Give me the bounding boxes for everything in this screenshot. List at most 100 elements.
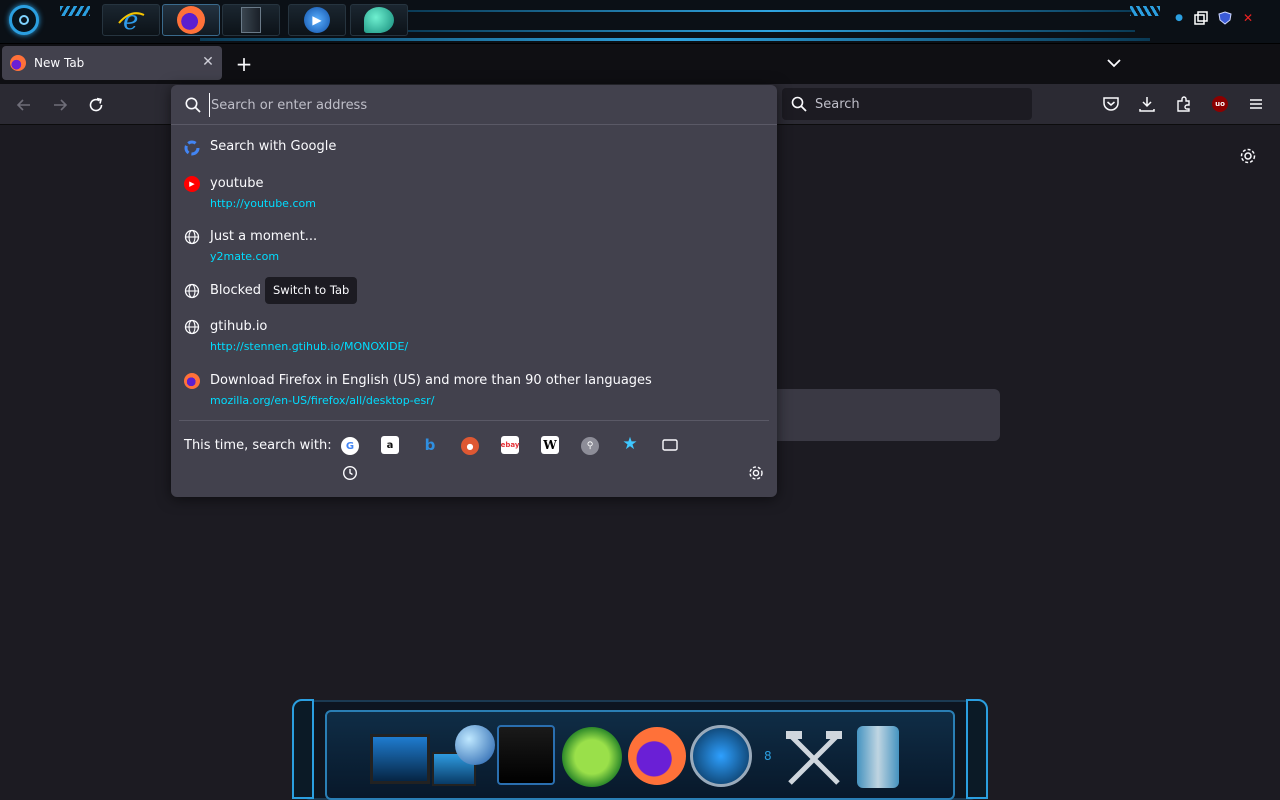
close-tab-icon[interactable]: ✕ [200,54,216,70]
result-title: Search with Google [210,139,337,154]
newtab-settings-button[interactable] [1238,146,1258,166]
result-title: youtube [210,176,264,191]
puzzle-icon [1177,96,1190,112]
youtube-icon: ▶ [184,176,200,192]
recycle-bin-icon[interactable] [857,726,899,788]
result-url: http://stennen.gtihub.io/MONOXIDE/ [210,340,409,353]
media-player-icon: ▶ [304,7,330,33]
globe-network-icon[interactable] [455,725,495,765]
decor-stripes [1130,6,1160,16]
tab-label: New Tab [34,56,85,70]
address-bar-dropdown: Search with Google ▶ youtube http://yout… [171,85,777,497]
internet-explorer-icon: e [118,6,145,35]
ebay-engine-button[interactable]: ebay [501,436,519,454]
search-bar[interactable]: Search [782,88,1032,120]
result-url: mozilla.org/en-US/firefox/all/desktop-es… [210,394,435,407]
gear-icon [749,466,763,480]
taskbar-window-button[interactable] [222,4,280,36]
ublock-origin-button[interactable]: uo [1210,94,1230,114]
dock-separator-icon: 8 [764,749,772,763]
tray-shield-icon[interactable] [1218,11,1232,25]
reload-button[interactable] [85,94,107,116]
address-input[interactable] [209,93,749,117]
monitor-icon[interactable] [370,734,430,784]
amazon-engine-button[interactable]: a [381,436,399,454]
dock-left-cap [292,699,314,799]
firefox-icon [184,373,200,389]
extensions-button[interactable] [1174,94,1194,114]
reload-icon [89,97,103,112]
switch-to-tab-label[interactable]: Switch to Tab [265,277,358,304]
chevron-down-icon [1107,59,1121,68]
taskbar-media-player-button[interactable]: ▶ [288,4,346,36]
decor-line [405,10,1135,12]
svg-text:e: e [123,6,138,35]
wikipedia-engine-button[interactable]: W [541,436,559,454]
tab-new-tab[interactable]: New Tab ✕ [2,46,222,80]
search-settings-button[interactable] [747,464,765,482]
newtab-search-box[interactable] [776,389,1000,441]
new-tab-button[interactable]: + [232,53,256,77]
firefox-icon[interactable] [628,727,686,785]
safari-compass-icon[interactable] [690,725,752,787]
desktop-taskbar: e ▶ ● ✕ [0,0,1280,44]
amazon-icon: a [386,439,394,451]
tabs-icon [662,439,678,451]
divider [179,420,769,421]
search-bar-placeholder: Search [815,96,860,112]
address-bar[interactable] [171,85,777,125]
result-download-firefox[interactable]: Download Firefox in English (US) and mor… [175,367,773,415]
search-icon [791,96,807,112]
bookmarks-search-button[interactable]: ★ [621,434,639,454]
tabs-search-button[interactable] [661,436,679,454]
history-search-button[interactable] [341,464,359,482]
back-button[interactable] [13,94,35,116]
bookmarks-star-icon: ★ [622,434,638,454]
window-stack-icon [241,7,261,33]
download-icon [1139,97,1155,112]
windows-orb-icon[interactable] [562,727,622,787]
tray-window-icon[interactable] [1194,11,1208,25]
back-arrow-icon [16,99,30,111]
taskbar-ie-button[interactable]: e [102,4,160,36]
history-clock-icon [342,465,358,481]
duckduckgo-engine-button[interactable]: ● [461,437,479,455]
search-icon [185,97,201,113]
list-all-tabs-button[interactable] [1103,52,1125,74]
tray-close-icon[interactable]: ✕ [1241,11,1255,25]
google-engine-button[interactable]: G [341,437,359,455]
result-search-with-google[interactable]: Search with Google [175,130,773,166]
forward-arrow-icon [54,99,68,111]
pocket-button[interactable] [1101,94,1121,114]
result-title: Download Firefox in English (US) and mor… [210,373,652,388]
result-url: y2mate.com [210,250,280,263]
wikipedia-icon: W [543,438,557,452]
forward-button[interactable] [49,94,71,116]
downloads-button[interactable] [1137,94,1157,114]
tray-dot-icon[interactable]: ● [1172,11,1186,25]
globe-icon [184,319,200,335]
media-center-icon[interactable] [497,725,555,785]
tools-icon[interactable] [782,725,846,787]
result-youtube[interactable]: ▶ youtube http://youtube.com [175,169,773,217]
ebay-icon: ebay [500,441,520,449]
bing-icon: b [424,436,436,454]
taskbar-app-button[interactable] [350,4,408,36]
one-off-search-label: This time, search with: [184,438,332,453]
search-engine-button[interactable]: ⚲ [581,437,599,455]
application-menu-button[interactable] [1246,94,1266,114]
google-icon: G [345,440,355,452]
result-title: gtihub.io [210,319,268,334]
result-just-a-moment[interactable]: Just a moment... y2mate.com [175,223,773,271]
decor-line [200,38,1150,41]
dock-right-cap [966,699,988,799]
duckduckgo-icon: ● [466,441,474,451]
result-url: http://youtube.com [210,197,316,210]
hamburger-menu-icon [1250,99,1262,109]
globe-icon [184,229,200,245]
taskbar-firefox-button[interactable] [162,4,220,36]
bing-engine-button[interactable]: b [421,436,439,454]
result-title: Just a moment... [210,229,318,244]
result-gtihub[interactable]: gtihub.io http://stennen.gtihub.io/MONOX… [175,313,773,361]
start-orb-icon[interactable] [9,5,39,35]
